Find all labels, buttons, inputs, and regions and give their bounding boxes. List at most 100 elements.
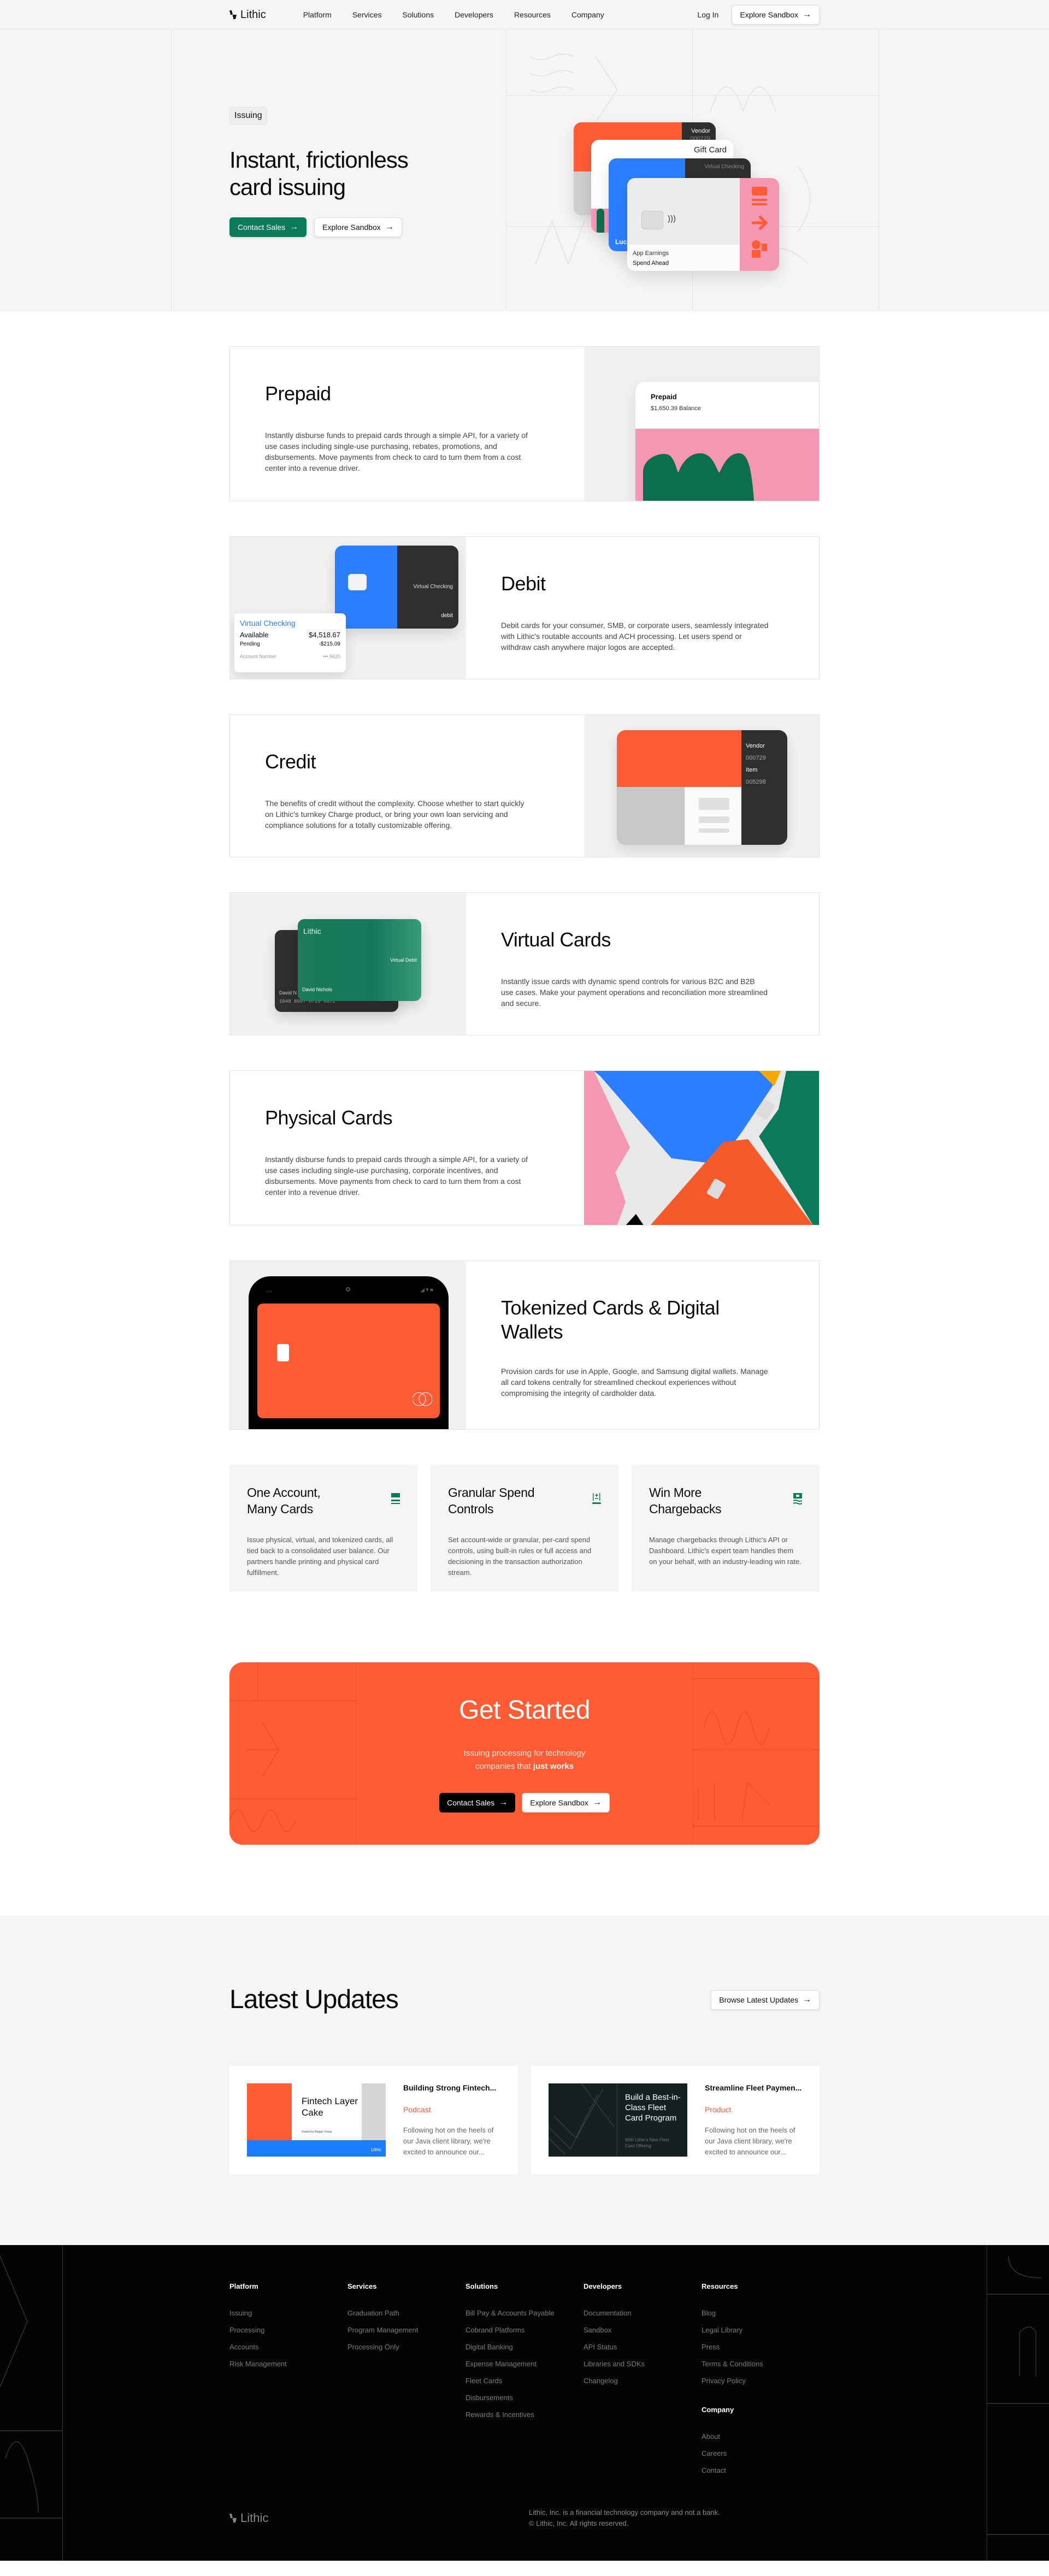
debit-card-label: Virtual Checking — [413, 584, 453, 590]
footer-heading: Company — [702, 2406, 734, 2414]
back-cardholder: David N — [279, 990, 297, 996]
thumbnail-title: Build a Best-in-Class Fleet Card Program — [625, 2093, 681, 2123]
feature-body: Instantly issue cards with dynamic spend… — [501, 977, 768, 1008]
footer-link[interactable]: API Status — [584, 2338, 702, 2355]
footer-link[interactable]: Terms & Conditions — [702, 2355, 820, 2372]
top-nav: Lithic Platform Services Solutions Devel… — [0, 0, 1049, 29]
feature-title: Physical Cards — [265, 1106, 393, 1129]
nav-company[interactable]: Company — [571, 10, 604, 19]
footer-link[interactable]: Program Management — [347, 2322, 465, 2338]
update-title[interactable]: Building Strong Fintech... — [403, 2083, 496, 2092]
cta-pattern-left-icon — [229, 1662, 356, 1845]
contact-sales-button[interactable]: Contact Sales → — [229, 217, 307, 237]
update-card[interactable]: Build a Best-in-Class Fleet Card Program… — [531, 2066, 820, 2174]
main-menu: Platform Services Solutions Developers R… — [303, 10, 625, 19]
browse-updates-button[interactable]: Browse Latest Updates → — [711, 1989, 820, 2010]
benefit-card: Win More Chargebacks Manage chargebacks … — [632, 1465, 820, 1591]
prepaid-illustration: Prepaid $1,650.39 Balance — [584, 347, 819, 501]
card-network-icon — [412, 1392, 432, 1406]
footer-link[interactable]: Privacy Policy — [702, 2372, 820, 2389]
browse-updates-label: Browse Latest Updates — [719, 1995, 798, 2004]
footer-logo-text: Lithic — [240, 2511, 269, 2525]
footer-link[interactable]: Contact — [702, 2462, 820, 2479]
footer-link[interactable]: Issuing — [229, 2305, 347, 2322]
benefit-card: Granular Spend Controls Set account-wide… — [431, 1465, 618, 1591]
cta-contact-sales-button[interactable]: Contact Sales → — [439, 1793, 516, 1813]
cta-explore-sandbox-button[interactable]: Explore Sandbox → — [522, 1793, 610, 1813]
footer-link[interactable]: Processing Only — [347, 2338, 465, 2355]
feature-body: Instantly disburse funds to prepaid card… — [265, 1155, 528, 1197]
benefit-body: Issue physical, virtual, and tokenized c… — [247, 1536, 393, 1577]
update-title[interactable]: Streamline Fleet Paymen... — [705, 2083, 802, 2092]
footer-link[interactable]: Legal Library — [702, 2322, 820, 2338]
lithic-logo[interactable]: Lithic — [229, 9, 266, 21]
footer-link[interactable]: Press — [702, 2338, 820, 2355]
logo-text: Lithic — [240, 8, 266, 21]
footer-link[interactable]: Rewards & Incentives — [465, 2406, 584, 2423]
vendor-label: Vendor — [691, 128, 710, 134]
footer-link[interactable]: Sandbox — [584, 2322, 702, 2338]
footer-link[interactable]: Careers — [702, 2445, 820, 2462]
cta-line-1: Issuing processing for technology — [463, 1749, 586, 1758]
feature-body: Instantly disburse funds to prepaid card… — [265, 431, 528, 472]
virtual-checking-label: Virtual Checking — [704, 164, 744, 170]
card-art-icon — [752, 187, 768, 258]
footer-heading: Developers — [584, 2282, 622, 2290]
hero-card-stack: Vendor 000729 Gift Card Virtual Checking… — [574, 122, 792, 286]
footer-link[interactable]: Fleet Cards — [465, 2372, 584, 2389]
latest-updates-section: Latest Updates Browse Latest Updates → Fi… — [0, 1916, 1049, 2245]
footer-link[interactable]: Accounts — [229, 2338, 347, 2355]
hero-explore-sandbox-button[interactable]: Explore Sandbox → — [314, 217, 402, 237]
controls-icon — [592, 1493, 601, 1504]
wallet-card — [257, 1304, 440, 1418]
arrow-right-icon: → — [803, 10, 811, 19]
cardholder-name: David Nichols — [302, 987, 333, 992]
update-card[interactable]: Fintech Layer Cake Hosted by Reggie Youn… — [229, 2066, 518, 2174]
chip-icon — [277, 1344, 289, 1361]
footer-link[interactable]: Changelog — [584, 2372, 702, 2389]
footer-link[interactable]: Digital Banking — [465, 2338, 584, 2355]
pending-label: Pending — [240, 641, 260, 647]
nav-solutions[interactable]: Solutions — [403, 10, 434, 19]
nav-services[interactable]: Services — [352, 10, 382, 19]
footer-link[interactable]: About — [702, 2428, 820, 2445]
footer-link[interactable]: Blog — [702, 2305, 820, 2322]
available-amount: $4,518.67 — [309, 631, 340, 639]
footer-link[interactable]: Graduation Path — [347, 2305, 465, 2322]
thumbnail-brand: Lithic — [371, 2147, 381, 2152]
update-thumbnail: Build a Best-in-Class Fleet Card Program… — [549, 2083, 687, 2157]
update-category: Podcast — [403, 2105, 431, 2114]
login-link[interactable]: Log In — [697, 10, 718, 19]
arrow-right-icon: → — [499, 1798, 508, 1807]
footer-link[interactable]: Cobrand Platforms — [465, 2322, 584, 2338]
footer-pattern-left-icon — [0, 2255, 62, 2519]
card-brand: Lithic — [303, 927, 321, 935]
chip-icon — [641, 211, 663, 229]
footer-link[interactable]: Processing — [229, 2322, 347, 2338]
feature-title: Debit — [501, 572, 546, 595]
pending-amount: -$215.09 — [319, 641, 340, 647]
lithic-logo-icon — [229, 10, 237, 19]
footer-link[interactable]: Documentation — [584, 2305, 702, 2322]
stack-icon — [391, 1493, 400, 1504]
hero-section: Issuing Instant, frictionless card issui… — [0, 29, 1049, 311]
nav-platform[interactable]: Platform — [303, 10, 332, 19]
footer-link[interactable]: Risk Management — [229, 2355, 347, 2372]
phone-frame: 〰 ◢▼■ — [249, 1276, 449, 1429]
footer-link[interactable]: Bill Pay & Accounts Payable — [465, 2305, 584, 2322]
footer-link[interactable]: Libraries and SDKs — [584, 2355, 702, 2372]
explore-sandbox-button[interactable]: Explore Sandbox → — [732, 5, 820, 25]
arrow-right-icon: → — [592, 1798, 602, 1807]
phone-illustration: 〰 ◢▼■ — [230, 1261, 466, 1429]
grid-line — [62, 2245, 63, 2561]
feature-debit: Virtual Checking debit Virtual Checking … — [229, 536, 820, 679]
footer-link[interactable]: Disbursements — [465, 2389, 584, 2406]
footer-logo[interactable]: Lithic — [229, 2507, 529, 2529]
footer-link[interactable]: Expense Management — [465, 2355, 584, 2372]
prepaid-balance: $1,650.39 Balance — [651, 405, 701, 412]
update-excerpt: Following hot on the heels of our Java c… — [403, 2126, 494, 2156]
benefit-title: One Account, Many Cards — [247, 1485, 321, 1516]
cardholder-name: Luc — [615, 238, 627, 246]
nav-resources[interactable]: Resources — [514, 10, 551, 19]
nav-developers[interactable]: Developers — [455, 10, 493, 19]
